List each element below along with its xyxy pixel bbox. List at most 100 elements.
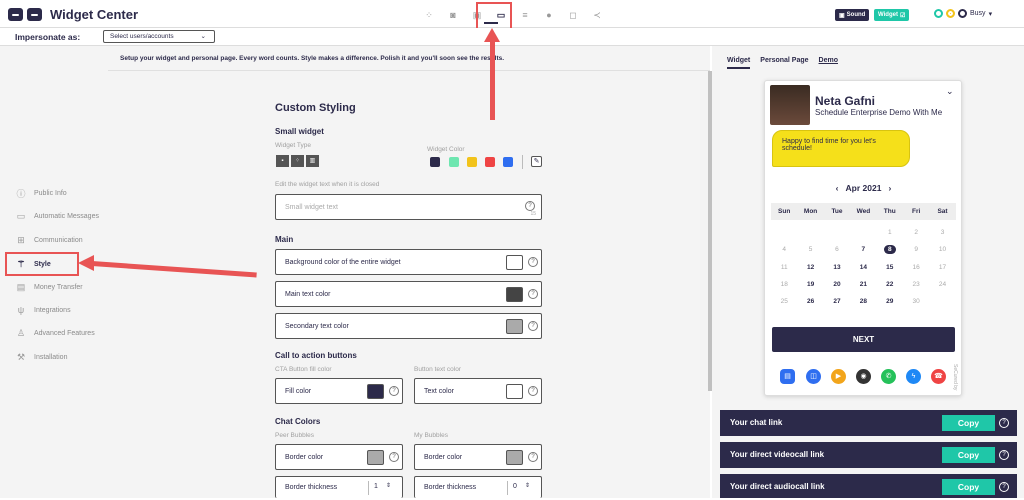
help-icon[interactable]: ? xyxy=(999,418,1009,428)
offline-status-icon[interactable] xyxy=(958,9,967,18)
calendar-channel-icon[interactable]: ▤ xyxy=(780,369,795,384)
cta-fill-color-field[interactable]: Fill color? xyxy=(275,378,403,404)
tab-personal-page[interactable]: Personal Page xyxy=(760,57,808,69)
calendar-day[interactable]: 15 xyxy=(877,262,903,274)
sidebar-item-money-transfer[interactable]: ▤ Money Transfer xyxy=(16,282,83,293)
calendar-day[interactable]: 19 xyxy=(797,279,823,291)
sound-toggle[interactable]: ▣ Sound xyxy=(835,9,870,21)
chevron-left-icon[interactable]: ‹ xyxy=(836,183,839,193)
calendar-day[interactable]: 20 xyxy=(824,279,850,291)
available-status-icon[interactable] xyxy=(934,9,943,18)
calendar-day-selected[interactable]: 8 xyxy=(877,244,903,256)
help-icon[interactable]: ? xyxy=(525,201,535,211)
chevron-down-icon[interactable]: ▾ xyxy=(989,10,993,18)
camera-icon[interactable]: ◙ xyxy=(441,8,465,22)
widget-color-swatch-navy[interactable] xyxy=(430,157,440,167)
copy-chat-link-button[interactable]: Copy xyxy=(942,415,995,431)
calendar-day[interactable]: 14 xyxy=(850,262,876,274)
stepper-icon[interactable]: ⇕ xyxy=(386,482,391,489)
widget-color-swatch-red[interactable] xyxy=(485,157,495,167)
peer-border-thickness-field[interactable]: Border thickness 1 ⇕ xyxy=(275,476,403,498)
bg-color-swatch[interactable] xyxy=(506,255,523,270)
calendar-day[interactable]: 27 xyxy=(824,296,850,308)
impersonate-select[interactable]: Select users/accounts ⌄ xyxy=(103,30,215,43)
check-icon: ☑ xyxy=(899,12,906,19)
button-text-color-field[interactable]: Text color? xyxy=(414,378,542,404)
help-icon[interactable]: ? xyxy=(389,386,399,396)
tab-widget[interactable]: Widget xyxy=(727,57,751,69)
sidebar-item-public-info[interactable]: ⓘ Public Info xyxy=(16,187,66,200)
copy-videocall-link-button[interactable]: Copy xyxy=(942,447,995,463)
help-icon[interactable]: ? xyxy=(999,482,1009,492)
chat-channel-icon[interactable]: ◉ xyxy=(856,369,871,384)
sidebar-item-automatic-messages[interactable]: ▭ Automatic Messages xyxy=(16,211,99,222)
sidebar-item-installation[interactable]: ⚒ Installation xyxy=(16,352,68,363)
secondary-text-color-field[interactable]: Secondary text color? xyxy=(275,313,542,339)
fill-color-swatch[interactable] xyxy=(367,384,384,399)
calendar-day[interactable]: 7 xyxy=(850,244,876,256)
widget-color-swatch-mint[interactable] xyxy=(449,157,459,167)
calendar-day[interactable]: 21 xyxy=(850,279,876,291)
widget-color-swatch-blue[interactable] xyxy=(503,157,513,167)
camera-channel-icon[interactable]: ▶ xyxy=(831,369,846,384)
calendar-day: 2 xyxy=(914,229,918,236)
calendar-week: 4 5 6 7 8 9 10 xyxy=(771,244,956,256)
my-border-color-swatch[interactable] xyxy=(506,450,523,465)
weekday: Mon xyxy=(803,208,818,215)
stepper-icon[interactable]: ⇕ xyxy=(525,482,530,489)
text-color-swatch[interactable] xyxy=(506,384,523,399)
help-icon[interactable]: ? xyxy=(528,452,538,462)
status-selector[interactable]: Busy ▾ xyxy=(934,9,992,18)
widget-color-swatch-yellow[interactable] xyxy=(467,157,477,167)
help-icon[interactable]: ? xyxy=(528,386,538,396)
calendar-day[interactable]: 13 xyxy=(824,262,850,274)
list-icon[interactable]: ≡ xyxy=(513,8,537,22)
secondary-text-color-swatch[interactable] xyxy=(506,319,523,334)
calendar-day[interactable]: 29 xyxy=(877,296,903,308)
my-border-thickness-field[interactable]: Border thickness 0 ⇕ xyxy=(414,476,542,498)
impersonate-select-value: Select users/accounts xyxy=(110,33,174,40)
my-thickness-value[interactable]: 0 xyxy=(513,483,517,490)
widget-type-option-3[interactable]: ▥ xyxy=(306,155,319,167)
grid-icon[interactable]: ⁘ xyxy=(417,8,441,22)
peer-border-color-field[interactable]: Border color? xyxy=(275,444,403,470)
main-text-color-field[interactable]: Main text color? xyxy=(275,281,542,307)
widget-toggle[interactable]: Widget ☑ xyxy=(874,9,910,21)
video-channel-icon[interactable]: ◫ xyxy=(806,369,821,384)
calendar-day[interactable]: 26 xyxy=(797,296,823,308)
peer-thickness-value[interactable]: 1 xyxy=(374,483,378,490)
calendar-day[interactable]: 22 xyxy=(877,279,903,291)
copy-audiocall-link-button[interactable]: Copy xyxy=(942,479,995,495)
share-icon[interactable]: ≺ xyxy=(585,8,609,22)
help-icon[interactable]: ? xyxy=(528,289,538,299)
chat-icon[interactable]: ◻ xyxy=(561,8,585,22)
help-icon[interactable]: ? xyxy=(528,321,538,331)
calendar-day[interactable]: 12 xyxy=(797,262,823,274)
help-icon[interactable]: ? xyxy=(528,257,538,267)
chevron-right-icon[interactable]: › xyxy=(889,183,892,193)
next-button[interactable]: NEXT xyxy=(772,327,955,352)
calendar-day[interactable]: 28 xyxy=(850,296,876,308)
whatsapp-icon[interactable]: ✆ xyxy=(881,369,896,384)
main-text-color-swatch[interactable] xyxy=(506,287,523,302)
background-color-field[interactable]: Background color of the entire widget? xyxy=(275,249,542,275)
chevron-down-icon[interactable]: ⌄ xyxy=(946,86,954,97)
help-icon[interactable]: ? xyxy=(389,452,399,462)
peer-border-color-swatch[interactable] xyxy=(367,450,384,465)
widget-type-option-1[interactable]: ▪ xyxy=(276,155,289,167)
messenger-icon[interactable]: ϟ xyxy=(906,369,921,384)
tab-demo[interactable]: Demo xyxy=(819,57,838,69)
calendar-day: 5 xyxy=(808,246,813,253)
sidebar-item-integrations[interactable]: ψ Integrations xyxy=(16,305,71,315)
phone-icon[interactable]: ☎ xyxy=(931,369,946,384)
calendar-day: 16 xyxy=(912,264,920,271)
my-border-color-field[interactable]: Border color? xyxy=(414,444,542,470)
help-icon[interactable]: ? xyxy=(999,450,1009,460)
pencil-icon[interactable]: ✎ xyxy=(531,156,542,167)
small-widget-text-input[interactable]: Small widget text? 15 xyxy=(275,194,542,220)
user-icon[interactable]: ● xyxy=(537,8,561,22)
sidebar-item-communication[interactable]: ⊞ Communication xyxy=(16,235,82,246)
sidebar-item-advanced-features[interactable]: ♙ Advanced Features xyxy=(16,328,95,339)
busy-status-icon[interactable] xyxy=(946,9,955,18)
widget-type-option-2[interactable]: ⁘ xyxy=(291,155,304,167)
